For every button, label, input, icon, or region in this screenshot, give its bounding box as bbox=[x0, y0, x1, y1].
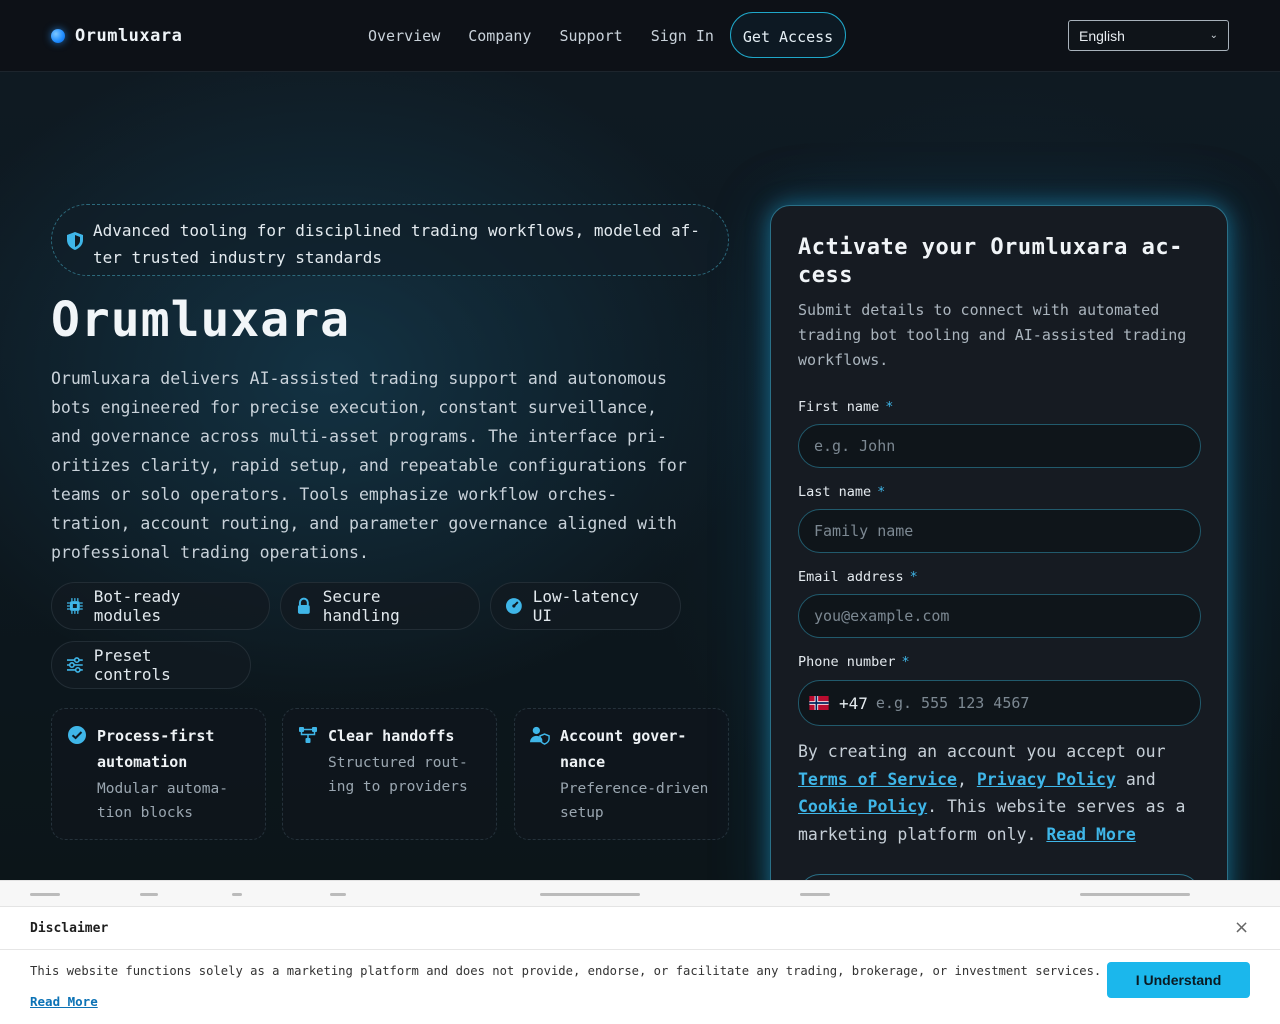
check-circle-icon bbox=[68, 726, 86, 744]
lock-icon bbox=[297, 597, 310, 614]
feature-desc: Structured rout-ing to providers bbox=[328, 755, 468, 795]
i-understand-button[interactable]: I Understand bbox=[1107, 962, 1250, 998]
label-text: First name bbox=[798, 399, 880, 415]
terms-prefix: By creating an account you accept our bbox=[798, 742, 1166, 761]
terms-text: By creating an account you accept our Te… bbox=[798, 742, 1186, 844]
privacy-policy-link[interactable]: Privacy Policy bbox=[977, 770, 1116, 789]
last-name-placeholder: Family name bbox=[814, 522, 914, 540]
chip-icon bbox=[66, 598, 83, 614]
label-text: Email address bbox=[798, 569, 904, 585]
chip-label: Bot-ready modules bbox=[93, 587, 181, 625]
language-value: English bbox=[1079, 27, 1125, 44]
sliders-icon bbox=[66, 657, 83, 673]
chip-low-latency-ui: Low-latency UI bbox=[490, 582, 681, 630]
chevron-down-icon: ⌄ bbox=[1209, 30, 1218, 41]
get-access-button[interactable]: Get Access bbox=[729, 12, 847, 58]
nav-company[interactable]: Company bbox=[454, 12, 545, 58]
main-nav: Overview Company Support Sign In Get Acc… bbox=[354, 12, 847, 58]
first-name-field[interactable]: e.g. John bbox=[798, 424, 1201, 468]
tagline-text: Advanced tooling for disciplined trading… bbox=[93, 221, 700, 267]
disclaimer-title: Disclaimer bbox=[30, 921, 109, 936]
feature-desc: Modular automa-tion blocks bbox=[97, 781, 228, 821]
feature-desc: Preference-driven setup bbox=[560, 781, 709, 821]
feature-card-handoffs: Clear handoffs Structured rout-ing to pr… bbox=[282, 708, 497, 840]
required-mark: * bbox=[909, 569, 918, 585]
nav-sign-in[interactable]: Sign In bbox=[637, 12, 728, 58]
disclaimer-read-more-link[interactable]: Read More bbox=[30, 994, 98, 1009]
page-title: Orumluxara bbox=[51, 292, 350, 348]
shield-icon bbox=[67, 232, 83, 250]
nav-overview[interactable]: Overview bbox=[354, 12, 454, 58]
obscured-text-strip bbox=[0, 880, 1280, 906]
norway-flag-icon[interactable] bbox=[809, 696, 829, 710]
chip-preset-controls: Preset controls bbox=[51, 641, 251, 689]
chip-label: Preset controls bbox=[93, 646, 171, 684]
brand-name: Orumluxara bbox=[75, 26, 183, 46]
email-field[interactable]: you@example.com bbox=[798, 594, 1201, 638]
feature-title: Clear handoffs bbox=[328, 727, 455, 745]
feature-card-automation: Process-first automation Modular automa-… bbox=[51, 708, 266, 840]
language-select[interactable]: English ⌄ bbox=[1068, 20, 1229, 51]
close-icon[interactable]: × bbox=[1234, 917, 1249, 938]
disclaimer-header: Disclaimer × bbox=[0, 907, 1280, 950]
logo-dot-icon bbox=[51, 29, 65, 43]
country-code[interactable]: +47 bbox=[839, 694, 868, 713]
chip-label: Low-latency UI bbox=[532, 587, 639, 625]
brand-logo[interactable]: Orumluxara bbox=[51, 26, 182, 46]
speedometer-icon bbox=[505, 598, 522, 614]
tagline-banner: Advanced tooling for disciplined trading… bbox=[51, 204, 729, 276]
required-mark: * bbox=[885, 399, 894, 415]
last-name-field[interactable]: Family name bbox=[798, 509, 1201, 553]
hero-description: Orumluxara delivers AI-assisted trading … bbox=[51, 369, 687, 562]
terms-of-service-link[interactable]: Terms of Service bbox=[798, 770, 957, 789]
site-header: Orumluxara Overview Company Support Sign… bbox=[0, 0, 1280, 72]
email-placeholder: you@example.com bbox=[814, 607, 950, 625]
form-subtitle: Submit details to connect with automated… bbox=[798, 301, 1187, 369]
phone-label: Phone number * bbox=[798, 654, 910, 670]
disclaimer-banner: Disclaimer × This website functions sole… bbox=[0, 906, 1280, 1024]
first-name-label: First name * bbox=[798, 399, 893, 415]
chip-bot-ready-modules: Bot-ready modules bbox=[51, 582, 270, 630]
form-title: Activate your Orumluxara ac-cess bbox=[798, 235, 1183, 288]
feature-title: Process-first automation bbox=[97, 727, 215, 771]
phone-field[interactable]: +47 e.g. 555 123 4567 bbox=[798, 680, 1201, 726]
nav-support[interactable]: Support bbox=[545, 12, 636, 58]
user-shield-icon bbox=[530, 726, 550, 745]
disclaimer-text: This website functions solely as a marke… bbox=[30, 964, 1102, 978]
first-name-placeholder: e.g. John bbox=[814, 437, 896, 455]
route-icon bbox=[299, 727, 317, 743]
chip-label: Secure handling bbox=[322, 587, 400, 625]
signup-form-card: Activate your Orumluxara ac-cess Submit … bbox=[770, 205, 1228, 925]
cookie-policy-link[interactable]: Cookie Policy bbox=[798, 797, 927, 816]
phone-placeholder: e.g. 555 123 4567 bbox=[875, 694, 1030, 712]
chip-secure-handling: Secure handling bbox=[280, 582, 480, 630]
email-label: Email address * bbox=[798, 569, 918, 585]
required-mark: * bbox=[901, 654, 910, 670]
required-mark: * bbox=[877, 484, 886, 500]
feature-card-governance: Account gover-nance Preference-driven se… bbox=[514, 708, 729, 840]
terms-and: and bbox=[1125, 769, 1156, 789]
last-name-label: Last name * bbox=[798, 484, 885, 500]
label-text: Last name bbox=[798, 484, 872, 500]
label-text: Phone number bbox=[798, 654, 896, 670]
read-more-link[interactable]: Read More bbox=[1046, 825, 1135, 844]
feature-title: Account gover-nance bbox=[560, 727, 687, 771]
